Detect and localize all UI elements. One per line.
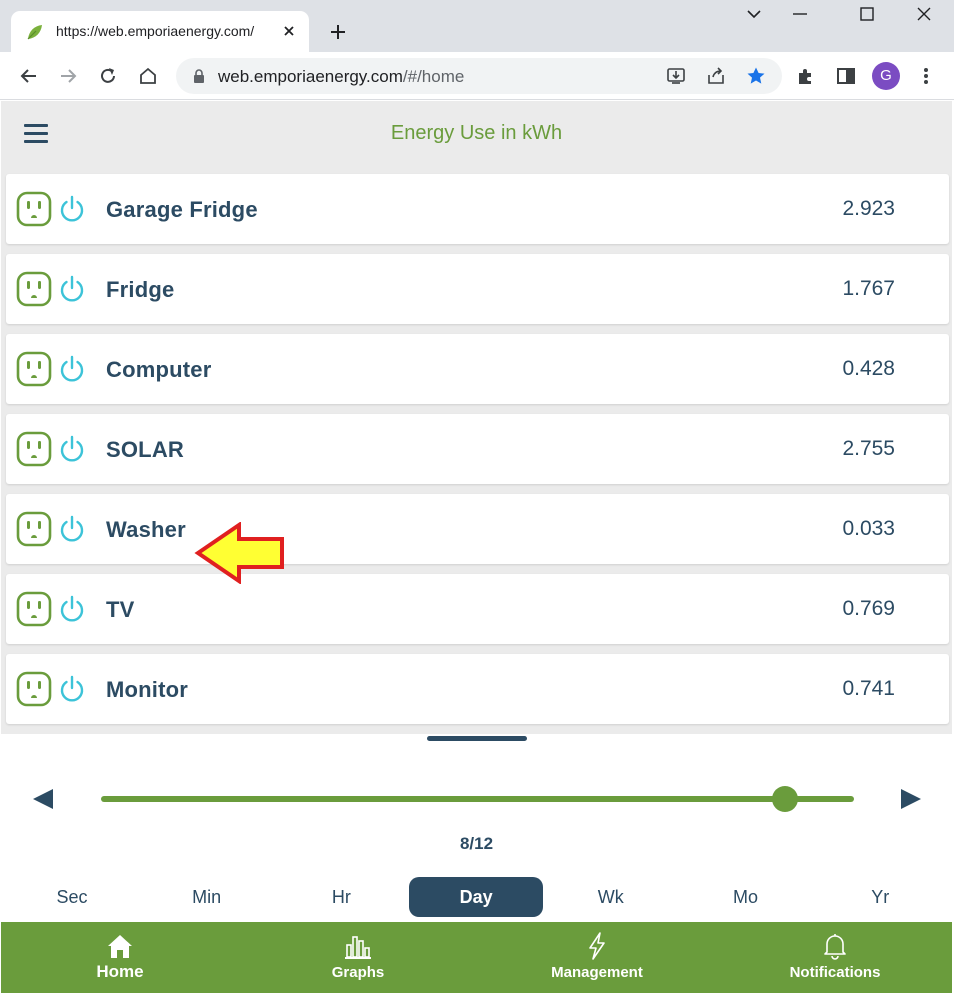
app-header: Energy Use in kWh (1, 101, 952, 169)
outlet-icon (16, 431, 52, 467)
bookmark-star-icon[interactable] (746, 66, 766, 86)
range-button-sec[interactable]: Sec (5, 877, 139, 917)
forward-icon[interactable] (57, 65, 79, 87)
browser-toolbar: web.emporiaenergy.com/#/home G (0, 52, 954, 100)
device-value: 0.769 (842, 597, 895, 620)
home-icon (104, 931, 136, 961)
date-slider-thumb[interactable] (771, 786, 798, 812)
nav-label: Home (96, 962, 144, 981)
extensions-puzzle-icon[interactable] (795, 65, 817, 87)
address-bar[interactable]: web.emporiaenergy.com/#/home (176, 58, 782, 94)
nav-notifications[interactable]: Notifications (755, 922, 915, 993)
device-row[interactable]: TV 0.769 (6, 574, 949, 644)
share-icon[interactable] (706, 66, 726, 86)
outlet-icon (16, 511, 52, 547)
tab-search-chevron-icon[interactable] (744, 4, 764, 24)
lock-icon[interactable] (192, 69, 206, 83)
more-menu-icon[interactable] (915, 65, 937, 87)
outlet-icon (16, 671, 52, 707)
power-icon[interactable] (58, 514, 86, 544)
device-value: 0.428 (842, 357, 895, 380)
page-title: Energy Use in kWh (390, 122, 563, 144)
device-row[interactable]: Monitor 0.741 (6, 654, 949, 724)
date-slider-track[interactable] (101, 796, 854, 802)
device-row[interactable]: Garage Fridge 2.923 (6, 174, 949, 244)
outlet-icon (16, 591, 52, 627)
power-icon[interactable] (58, 674, 86, 704)
home-browser-icon[interactable] (137, 65, 159, 87)
back-icon[interactable] (18, 65, 40, 87)
bottom-navigation: Home Graphs Management Notifications (1, 922, 952, 993)
power-icon[interactable] (58, 194, 86, 224)
side-panel-icon[interactable] (835, 65, 857, 87)
power-icon[interactable] (58, 274, 86, 304)
device-name: Garage Fridge (106, 197, 258, 222)
range-button-wk[interactable]: Wk (544, 877, 678, 917)
device-value: 0.033 (842, 517, 895, 540)
minimize-icon[interactable] (790, 4, 810, 24)
reload-icon[interactable] (97, 65, 119, 87)
power-icon[interactable] (58, 594, 86, 624)
device-name: Washer (106, 517, 186, 542)
device-row[interactable]: SOLAR 2.755 (6, 414, 949, 484)
install-app-icon[interactable] (666, 66, 686, 86)
range-button-min[interactable]: Min (140, 877, 274, 917)
range-button-hr[interactable]: Hr (274, 877, 408, 917)
range-button-yr[interactable]: Yr (813, 877, 947, 917)
drag-handle[interactable] (427, 736, 527, 741)
maximize-icon[interactable] (857, 4, 877, 24)
profile-avatar[interactable]: G (872, 62, 900, 90)
nav-management[interactable]: Management (517, 922, 677, 993)
device-row[interactable]: Computer 0.428 (6, 334, 949, 404)
device-list: Garage Fridge 2.923 Fridge 1.767 Computer 0.4… (1, 169, 952, 734)
range-button-day[interactable]: Day (409, 877, 544, 917)
power-icon[interactable] (58, 434, 86, 464)
nav-home[interactable]: Home (40, 922, 200, 993)
browser-tabstrip: https://web.emporiaenergy.com/ (0, 0, 954, 52)
nav-label: Graphs (331, 964, 385, 981)
time-controls-panel: 8/12 Sec Min Hr Day Wk Mo Yr (1, 734, 952, 922)
device-value: 2.923 (842, 197, 895, 220)
date-label: 8/12 (459, 834, 494, 853)
nav-label: Management (551, 964, 643, 981)
range-button-mo[interactable]: Mo (679, 877, 813, 917)
lightning-icon (581, 931, 613, 961)
window-close-icon[interactable] (914, 4, 934, 24)
previous-arrow-icon[interactable] (31, 788, 55, 810)
nav-label: Notifications (789, 964, 881, 981)
leaf-favicon-icon (27, 25, 42, 40)
outlet-icon (16, 191, 52, 227)
app-container: Energy Use in kWh Garage Fridge 2.923 Frid… (1, 101, 952, 993)
power-icon[interactable] (58, 354, 86, 384)
browser-tab[interactable]: https://web.emporiaenergy.com/ (11, 11, 309, 52)
device-value: 0.741 (842, 677, 895, 700)
new-tab-icon[interactable] (328, 22, 348, 42)
bar-chart-icon (342, 931, 374, 961)
device-row[interactable]: Washer 0.033 (6, 494, 949, 564)
device-value: 1.767 (842, 277, 895, 300)
outlet-icon (16, 351, 52, 387)
device-name: Monitor (106, 677, 189, 702)
annotation-arrow (194, 522, 284, 584)
device-row[interactable]: Fridge 1.767 (6, 254, 949, 324)
device-value: 2.755 (842, 437, 895, 460)
outlet-icon (16, 271, 52, 307)
device-name: Fridge (106, 277, 175, 302)
device-name: SOLAR (106, 437, 184, 462)
url-text: web.emporiaenergy.com/#/home (218, 67, 465, 86)
bell-icon (819, 931, 851, 961)
tab-title: https://web.emporiaenergy.com/ (56, 23, 255, 39)
close-tab-icon[interactable] (281, 23, 297, 39)
nav-graphs[interactable]: Graphs (278, 922, 438, 993)
device-name: Computer (106, 357, 212, 382)
time-range-selector: Sec Min Hr Day Wk Mo Yr (1, 877, 952, 917)
next-arrow-icon[interactable] (899, 788, 923, 810)
device-name: TV (106, 597, 135, 622)
